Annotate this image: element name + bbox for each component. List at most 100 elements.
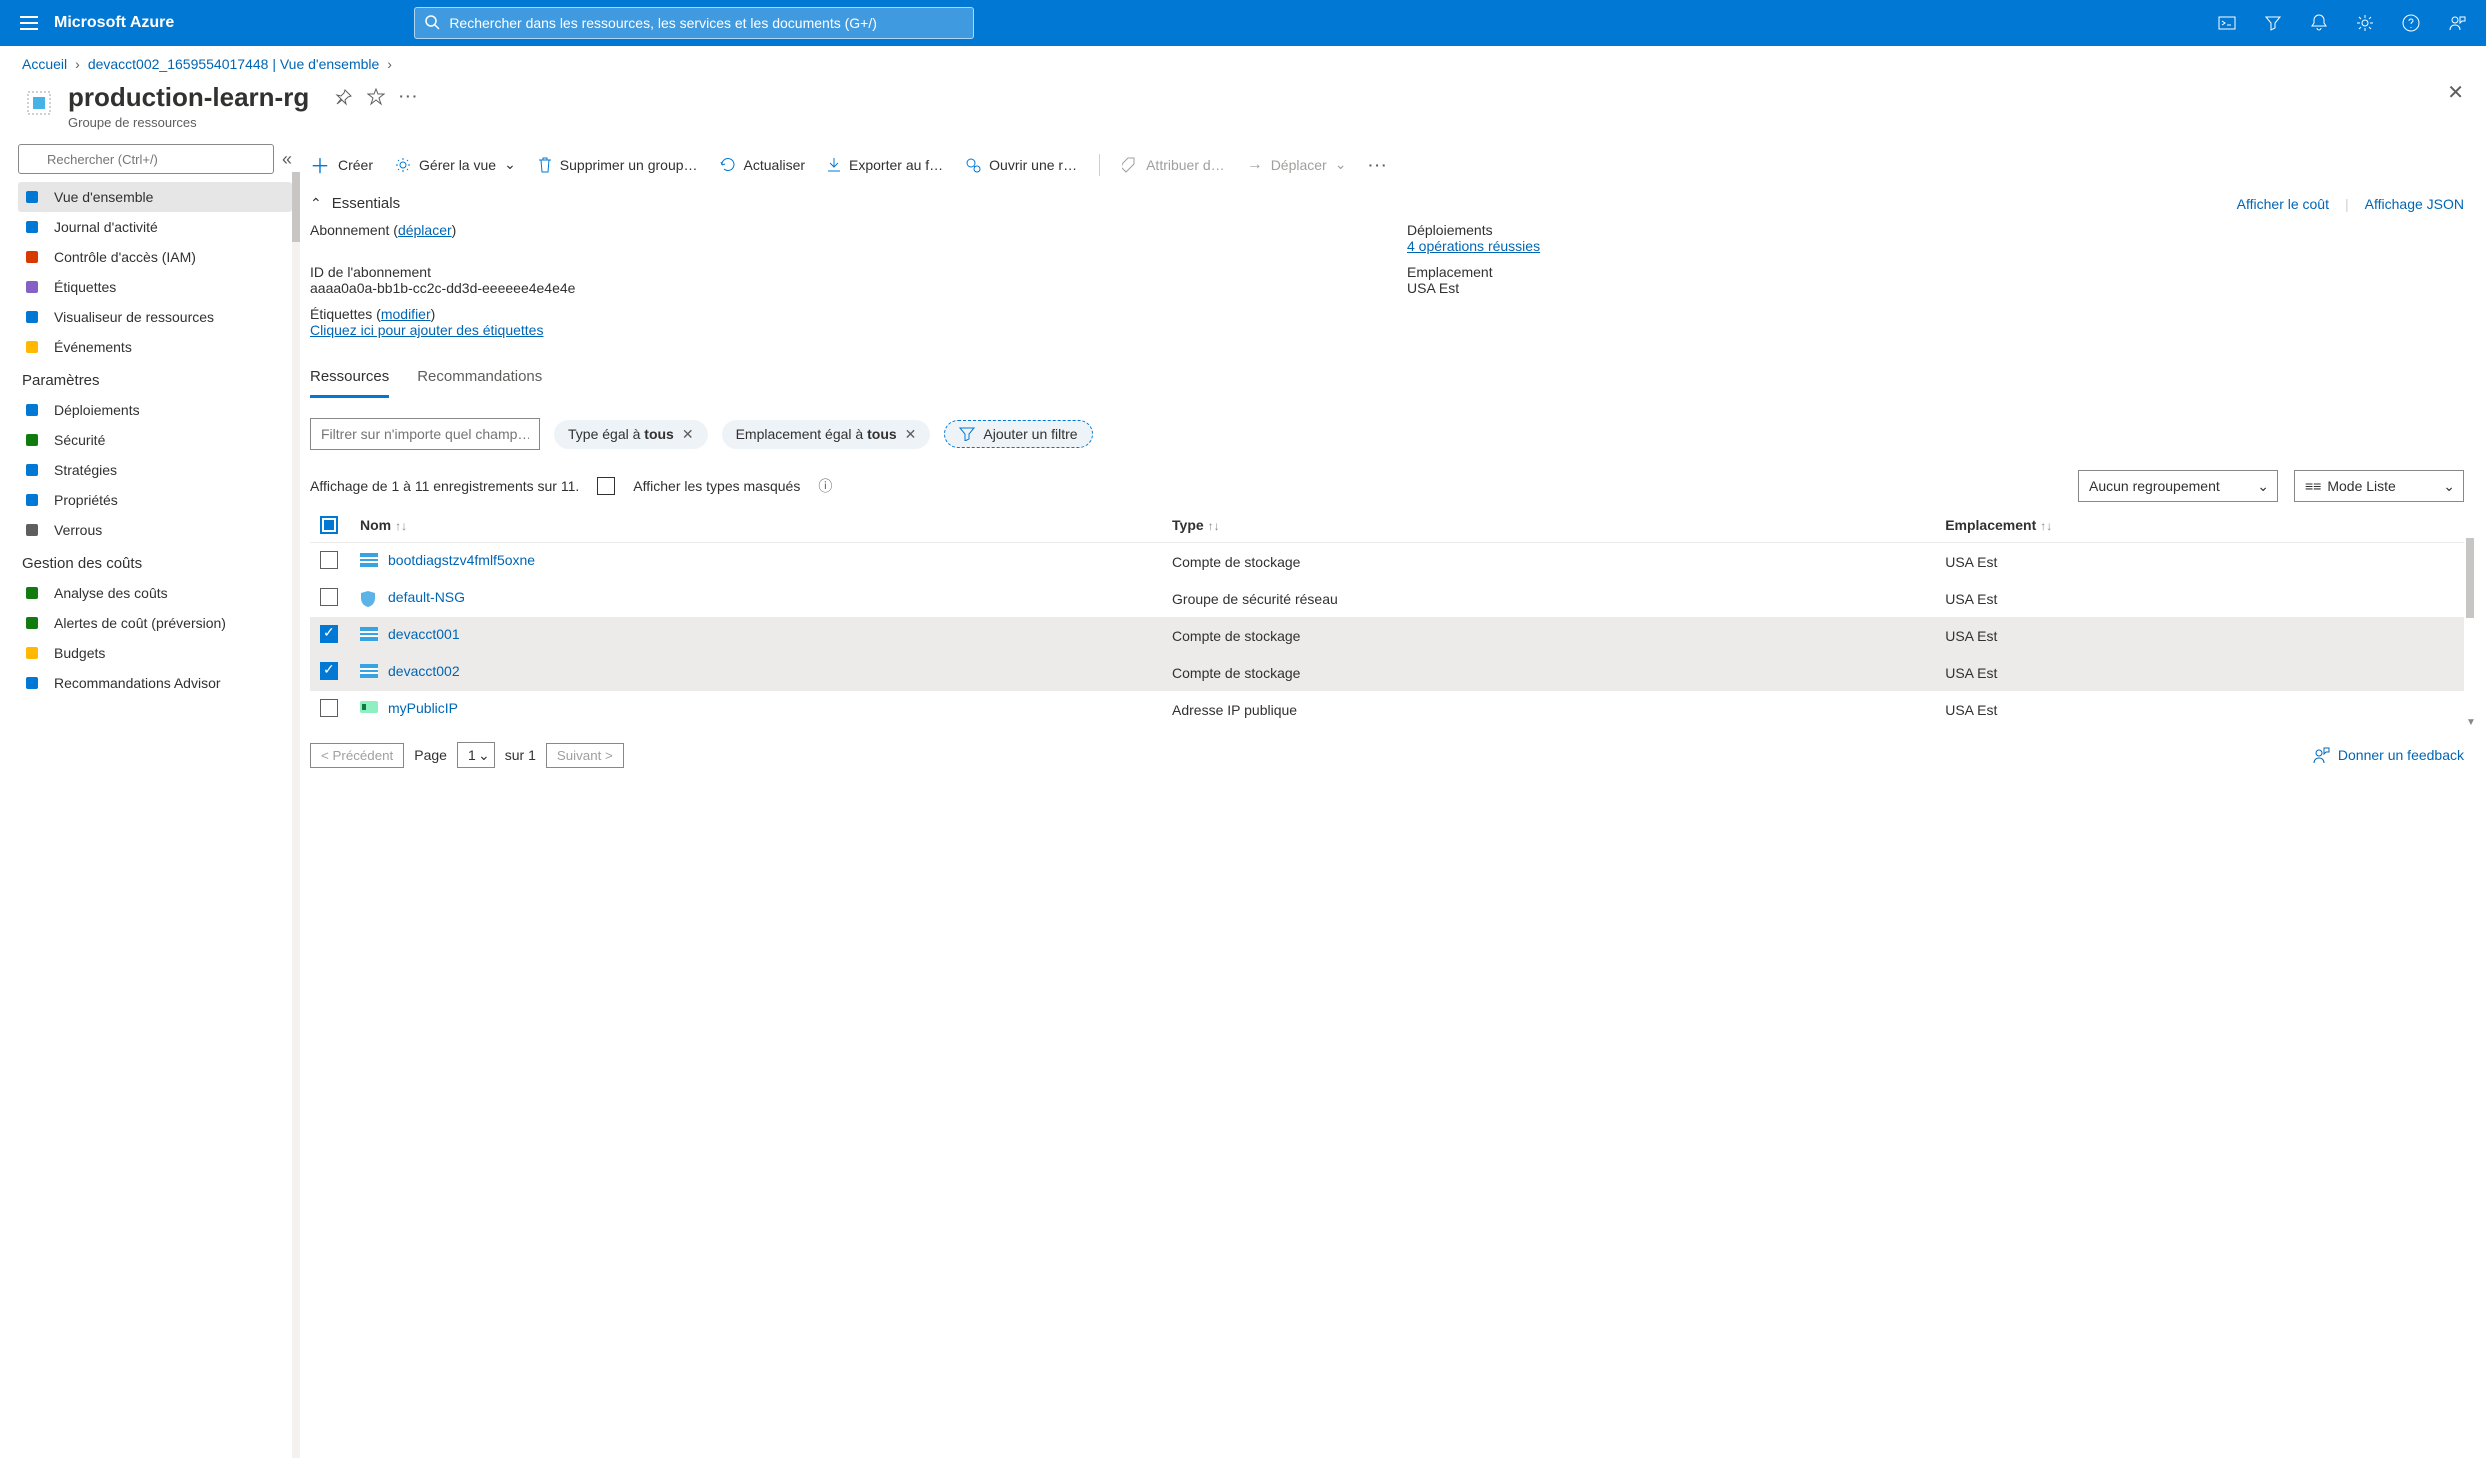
help-button[interactable] bbox=[2394, 6, 2428, 40]
close-icon[interactable]: ✕ bbox=[905, 426, 917, 443]
create-button[interactable]: ＋ Créer bbox=[310, 150, 373, 179]
col-header-location[interactable]: Emplacement↑↓ bbox=[1935, 508, 2464, 543]
sidebar-item-recommandations-advisor[interactable]: Recommandations Advisor bbox=[18, 668, 292, 698]
settings-button[interactable] bbox=[2348, 6, 2382, 40]
breadcrumb-parent[interactable]: devacct002_1659554017448 | Vue d'ensembl… bbox=[88, 56, 379, 72]
cloud-shell-icon bbox=[2218, 15, 2236, 31]
resource-link[interactable]: devacct002 bbox=[388, 663, 460, 679]
feedback-link[interactable]: Donner un feedback bbox=[2312, 746, 2464, 764]
favorite-button[interactable] bbox=[367, 88, 385, 106]
view-mode-value: Mode Liste bbox=[2327, 478, 2395, 494]
manage-view-button[interactable]: Gérer la vue ⌄ bbox=[395, 156, 516, 173]
sidebar-item-contr-le-d-acc-s-iam-[interactable]: Contrôle d'accès (IAM) bbox=[18, 242, 292, 272]
page-select[interactable]: 1 ⌄ bbox=[457, 742, 495, 768]
hamburger-menu[interactable] bbox=[12, 6, 46, 40]
json-view-link[interactable]: Affichage JSON bbox=[2365, 196, 2464, 212]
select-all-checkbox[interactable] bbox=[320, 516, 338, 534]
sidebar-item-visualiseur-de-ressources[interactable]: Visualiseur de ressources bbox=[18, 302, 292, 332]
move-button[interactable]: → Déplacer ⌄ bbox=[1247, 156, 1347, 174]
info-icon[interactable]: ⓘ bbox=[818, 476, 832, 496]
close-icon[interactable]: ✕ bbox=[682, 426, 694, 443]
add-filter-button[interactable]: Ajouter un filtre bbox=[944, 420, 1092, 448]
sidebar-item--tiquettes[interactable]: Étiquettes bbox=[18, 272, 292, 302]
sidebar-item-budgets[interactable]: Budgets bbox=[18, 638, 292, 668]
table-row[interactable]: default-NSGGroupe de sécurité réseauUSA … bbox=[310, 580, 2464, 617]
resource-link[interactable]: bootdiagstzv4fmlf5oxne bbox=[388, 552, 535, 568]
sidebar-item-vue-d-ensemble[interactable]: Vue d'ensemble bbox=[18, 182, 292, 212]
assign-label: Attribuer d… bbox=[1146, 157, 1225, 173]
resource-table: Nom↑↓ Type↑↓ Emplacement↑↓ bootdiagstzv4… bbox=[310, 508, 2464, 728]
feedback-top-button[interactable] bbox=[2440, 6, 2474, 40]
location-value: USA Est bbox=[1407, 280, 2464, 296]
cost-analysis-icon bbox=[24, 585, 42, 601]
delete-button[interactable]: Supprimer un group… bbox=[538, 157, 698, 173]
collapse-sidebar-button[interactable]: « bbox=[282, 149, 292, 170]
col-header-name[interactable]: Nom↑↓ bbox=[350, 508, 1162, 543]
sidebar-search-input[interactable] bbox=[18, 144, 274, 174]
assign-tags-button[interactable]: Attribuer d… bbox=[1122, 157, 1225, 173]
sidebar-item-s-curit-[interactable]: Sécurité bbox=[18, 425, 292, 455]
collapse-essentials-button[interactable]: ⌃ bbox=[310, 195, 322, 212]
show-hidden-types-label: Afficher les types masqués bbox=[633, 478, 800, 494]
sidebar-item-d-ploiements[interactable]: Déploiements bbox=[18, 395, 292, 425]
global-search[interactable] bbox=[414, 7, 974, 39]
resource-link[interactable]: default-NSG bbox=[388, 589, 465, 605]
add-tags-link[interactable]: Cliquez ici pour ajouter des étiquettes bbox=[310, 322, 543, 338]
sidebar-item-analyse-des-co-ts[interactable]: Analyse des coûts bbox=[18, 578, 292, 608]
row-checkbox[interactable] bbox=[320, 551, 338, 569]
sidebar-item-alertes-de-co-t-pr-version-[interactable]: Alertes de coût (préversion) bbox=[18, 608, 292, 638]
filter-input[interactable] bbox=[310, 418, 540, 450]
security-icon bbox=[24, 432, 42, 448]
col-header-type[interactable]: Type↑↓ bbox=[1162, 508, 1935, 543]
breadcrumb-home[interactable]: Accueil bbox=[22, 56, 67, 72]
sidebar-item-label: Déploiements bbox=[54, 402, 140, 418]
filter-pill-location[interactable]: Emplacement égal à tous ✕ bbox=[722, 420, 931, 449]
row-checkbox[interactable] bbox=[320, 699, 338, 717]
deployments-link[interactable]: 4 opérations réussies bbox=[1407, 238, 1540, 254]
table-row[interactable]: bootdiagstzv4fmlf5oxneCompte de stockage… bbox=[310, 543, 2464, 581]
row-checkbox[interactable] bbox=[320, 588, 338, 606]
pin-button[interactable] bbox=[335, 88, 353, 106]
notifications-button[interactable] bbox=[2302, 6, 2336, 40]
table-scrollbar[interactable]: ▼ bbox=[2466, 538, 2474, 728]
table-row[interactable]: devacct002Compte de stockageUSA Est bbox=[310, 654, 2464, 691]
toolbar-more-button[interactable]: ··· bbox=[1368, 157, 1388, 173]
table-row[interactable]: devacct001Compte de stockageUSA Est bbox=[310, 617, 2464, 654]
move-subscription-link[interactable]: déplacer bbox=[398, 222, 452, 238]
filter-row: Type égal à tous ✕ Emplacement égal à to… bbox=[310, 418, 2464, 450]
header-more-button[interactable]: ··· bbox=[399, 88, 419, 106]
page-subtitle: Groupe de ressources bbox=[68, 115, 309, 130]
refresh-button[interactable]: Actualiser bbox=[720, 157, 805, 173]
cloud-shell-button[interactable] bbox=[2210, 6, 2244, 40]
grouping-select[interactable]: Aucun regroupement ⌄ bbox=[2078, 470, 2278, 502]
row-checkbox[interactable] bbox=[320, 662, 338, 680]
view-mode-select[interactable]: ≡≡ Mode Liste ⌄ bbox=[2294, 470, 2464, 502]
sidebar-item-journal-d-activit-[interactable]: Journal d'activité bbox=[18, 212, 292, 242]
sidebar-scrollbar[interactable] bbox=[292, 172, 300, 1458]
sidebar-item-strat-gies[interactable]: Stratégies bbox=[18, 455, 292, 485]
edit-tags-link[interactable]: modifier bbox=[381, 306, 431, 322]
resource-link[interactable]: myPublicIP bbox=[388, 700, 458, 716]
arrow-right-icon: → bbox=[1247, 156, 1263, 174]
storage-icon bbox=[360, 664, 378, 682]
close-blade-button[interactable]: ✕ bbox=[2447, 80, 2464, 105]
show-cost-link[interactable]: Afficher le coût bbox=[2237, 196, 2329, 212]
resource-link[interactable]: devacct001 bbox=[388, 626, 460, 642]
sidebar-item--v-nements[interactable]: Événements bbox=[18, 332, 292, 362]
directory-filter-button[interactable] bbox=[2256, 6, 2290, 40]
row-checkbox[interactable] bbox=[320, 625, 338, 643]
tab-resources[interactable]: Ressources bbox=[310, 362, 389, 398]
table-row[interactable]: myPublicIPAdresse IP publiqueUSA Est bbox=[310, 691, 2464, 728]
sidebar-item-verrous[interactable]: Verrous bbox=[18, 515, 292, 545]
tag-icon bbox=[1122, 157, 1138, 173]
tab-recommendations[interactable]: Recommandations bbox=[417, 362, 542, 398]
open-query-button[interactable]: Ouvrir une r… bbox=[965, 157, 1077, 173]
next-page-button[interactable]: Suivant > bbox=[546, 743, 624, 768]
prev-page-button[interactable]: < Précédent bbox=[310, 743, 404, 768]
toolbar-separator bbox=[1099, 154, 1100, 176]
export-button[interactable]: Exporter au f… bbox=[827, 157, 943, 173]
show-hidden-types-checkbox[interactable] bbox=[597, 477, 615, 495]
sidebar-item-propri-t-s[interactable]: Propriétés bbox=[18, 485, 292, 515]
filter-pill-type[interactable]: Type égal à tous ✕ bbox=[554, 420, 708, 449]
global-search-input[interactable] bbox=[414, 7, 974, 39]
